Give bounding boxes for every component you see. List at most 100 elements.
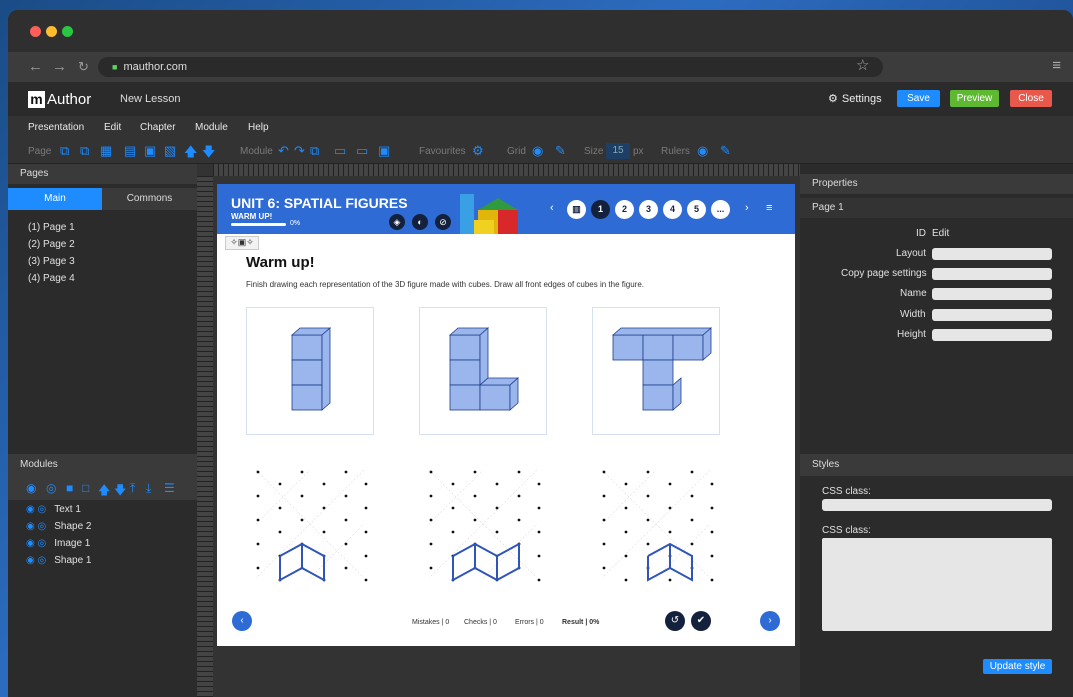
url-field[interactable]: ■ mauthor.com: [98, 57, 883, 77]
lock-all-icon[interactable]: ■: [66, 481, 73, 495]
tab-commons[interactable]: Commons: [102, 188, 197, 210]
settings-button[interactable]: ⚙ Settings: [828, 92, 882, 105]
dark-mode-icon[interactable]: ◐: [412, 214, 428, 230]
grid-size-input[interactable]: 15: [606, 143, 630, 159]
block-icon[interactable]: ⊘: [435, 214, 451, 230]
menu-icon[interactable]: ≡: [766, 202, 772, 214]
copy-page-icon[interactable]: ⧉: [80, 143, 89, 159]
undo-icon[interactable]: ↶: [278, 143, 289, 159]
css-style-textarea[interactable]: [822, 538, 1052, 631]
paste-page-icon[interactable]: ▤: [124, 143, 136, 159]
delete-page-icon[interactable]: ▣: [144, 143, 156, 159]
cube-figure-1[interactable]: [246, 307, 374, 435]
module-settings-icon[interactable]: ▣: [378, 143, 390, 159]
module-row[interactable]: ◉ ◎ Shape 2: [26, 521, 92, 532]
bookmark-star-icon[interactable]: ☆: [856, 56, 869, 74]
page-list-item[interactable]: (2) Page 2: [28, 239, 75, 250]
logo-text: Author: [47, 90, 92, 108]
unlock-all-icon[interactable]: □: [82, 481, 89, 495]
page-number-button[interactable]: 5: [687, 200, 706, 219]
module-row[interactable]: ◉ ◎ Shape 1: [26, 555, 92, 566]
page-number-button[interactable]: ...: [711, 200, 730, 219]
eye-icon[interactable]: ◉ ◎: [26, 555, 46, 566]
forward-arrow-icon[interactable]: →: [52, 58, 67, 75]
redo-icon[interactable]: ↷: [294, 143, 305, 159]
next-page-chevron-icon[interactable]: ›: [745, 202, 749, 214]
reset-icon[interactable]: ↺: [665, 611, 685, 631]
minimize-window-button[interactable]: [46, 26, 57, 37]
update-style-button[interactable]: Update style: [983, 659, 1052, 674]
id-edit-link[interactable]: Edit: [932, 228, 949, 239]
grid-eye-icon[interactable]: ◉: [532, 143, 543, 159]
distribute-module-icon[interactable]: ▭: [356, 143, 368, 159]
next-page-button[interactable]: ›: [760, 611, 780, 631]
duplicate-page-icon[interactable]: ▦: [100, 143, 112, 159]
prev-page-chevron-icon[interactable]: ‹: [550, 202, 554, 214]
back-arrow-icon[interactable]: ←: [28, 58, 43, 75]
page-number-button[interactable]: 4: [663, 200, 682, 219]
move-up-icon[interactable]: 🡅: [98, 481, 110, 502]
cube-figure-3[interactable]: [592, 307, 720, 435]
add-page-icon[interactable]: ⧉: [60, 143, 69, 159]
layers-icon[interactable]: ◈: [389, 214, 405, 230]
name-input[interactable]: [932, 288, 1052, 300]
rulers-eye-icon[interactable]: ◉: [697, 143, 708, 159]
copy-page-settings-input[interactable]: [932, 268, 1052, 280]
check-icon[interactable]: ✔: [691, 611, 711, 631]
width-input[interactable]: [932, 309, 1052, 321]
menu-chapter[interactable]: Chapter: [140, 122, 176, 133]
eye-icon[interactable]: ◉ ◎: [26, 538, 46, 549]
move-down-icon[interactable]: 🡇: [114, 481, 126, 502]
menu-help[interactable]: Help: [248, 122, 269, 133]
close-window-button[interactable]: [30, 26, 41, 37]
close-button[interactable]: Close: [1010, 90, 1052, 107]
menu-presentation[interactable]: Presentation: [28, 122, 84, 133]
menu-edit[interactable]: Edit: [104, 122, 121, 133]
move-top-icon[interactable]: ⤒: [130, 481, 135, 496]
page-list-item[interactable]: (3) Page 3: [28, 256, 75, 267]
save-button[interactable]: Save: [897, 90, 940, 107]
comment-icon[interactable]: ✧▣✧: [225, 236, 259, 250]
move-page-up-icon[interactable]: 🡅: [184, 143, 197, 165]
reload-icon[interactable]: ↻: [78, 59, 89, 75]
preview-button[interactable]: Preview: [950, 90, 999, 107]
copy-module-icon[interactable]: ⧉: [310, 143, 319, 159]
page-number-button[interactable]: 2: [615, 200, 634, 219]
eye-icon[interactable]: ◉ ◎: [26, 521, 46, 532]
page-number-button[interactable]: 3: [639, 200, 658, 219]
left-ruler[interactable]: [197, 176, 213, 697]
name-label: Name: [900, 288, 927, 299]
menu-module[interactable]: Module: [195, 122, 228, 133]
css-class-input[interactable]: [822, 499, 1052, 511]
align-module-icon[interactable]: ▭: [334, 143, 346, 159]
page-settings-icon[interactable]: ▧: [164, 143, 176, 159]
page-list-item[interactable]: (4) Page 4: [28, 273, 75, 284]
unit-title: UNIT 6: SPATIAL FIGURES: [231, 195, 408, 211]
browser-menu-icon[interactable]: ≡: [1052, 57, 1061, 74]
properties-subtitle: Page 1: [800, 198, 1073, 218]
page-number-button[interactable]: 1: [591, 200, 610, 219]
module-row[interactable]: ◉ ◎ Image 1: [26, 538, 90, 549]
dot-grid-3[interactable]: [592, 460, 720, 588]
layout-input[interactable]: [932, 248, 1052, 260]
dot-grid-1[interactable]: [246, 460, 374, 588]
prev-page-button[interactable]: ‹: [232, 611, 252, 631]
group-icon[interactable]: ☰: [164, 481, 175, 495]
top-ruler[interactable]: [213, 164, 800, 176]
move-page-down-icon[interactable]: 🡇: [202, 143, 215, 165]
height-input[interactable]: [932, 329, 1052, 341]
page-list-item[interactable]: (1) Page 1: [28, 222, 75, 233]
eye-icon[interactable]: ◉ ◎: [26, 504, 46, 515]
dot-grid-2[interactable]: [419, 460, 547, 588]
cube-figure-2[interactable]: [419, 307, 547, 435]
move-bottom-icon[interactable]: ⤓: [146, 481, 151, 496]
tab-main[interactable]: Main: [8, 188, 102, 210]
grid-edit-icon[interactable]: ✎: [555, 143, 566, 159]
favourites-gear-icon[interactable]: ⚙: [472, 143, 484, 159]
show-all-icon[interactable]: ◉: [26, 481, 36, 495]
toc-book-icon[interactable]: ▥: [567, 200, 586, 219]
maximize-window-button[interactable]: [62, 26, 73, 37]
hide-all-icon[interactable]: ◎: [46, 481, 56, 495]
rulers-edit-icon[interactable]: ✎: [720, 143, 731, 159]
module-row[interactable]: ◉ ◎ Text 1: [26, 504, 81, 515]
